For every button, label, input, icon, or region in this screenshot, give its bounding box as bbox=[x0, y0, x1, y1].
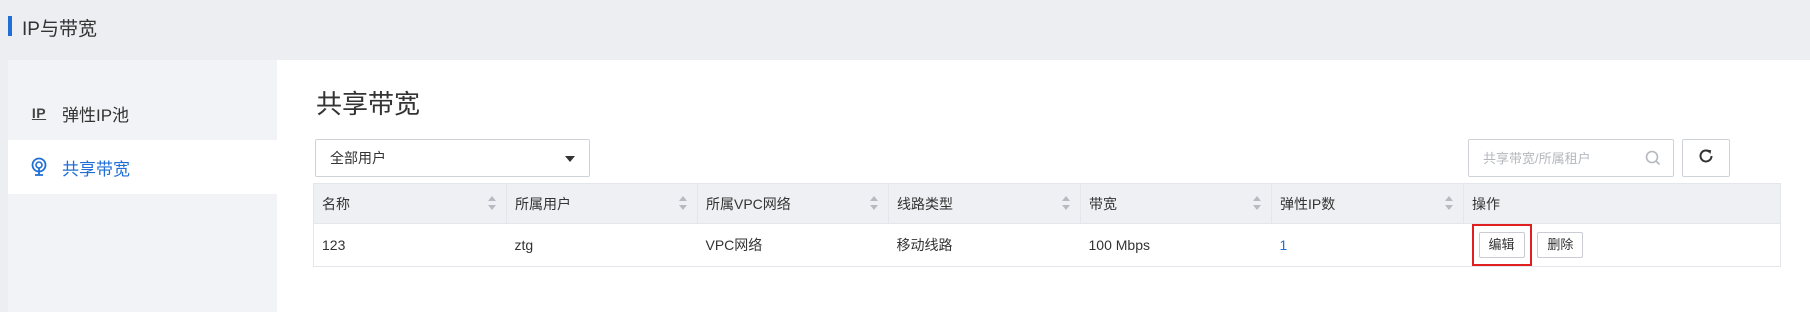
column-header-eip-count[interactable]: 弹性IP数 bbox=[1271, 183, 1464, 224]
search-icon[interactable] bbox=[1645, 150, 1661, 171]
sidebar: IP 弹性IP池 共享带宽 bbox=[8, 60, 277, 312]
page-header-title: IP与带宽 bbox=[22, 19, 97, 40]
sidebar-item-label: 弹性IP池 bbox=[62, 105, 130, 125]
delete-button[interactable]: 删除 bbox=[1537, 232, 1584, 258]
table-header-row: 名称 所属用户 所属VPC网络 线路类型 带宽 弹性IP数 操作 bbox=[313, 183, 1781, 224]
ip-icon: IP bbox=[31, 105, 47, 121]
column-header-vpc[interactable]: 所属VPC网络 bbox=[697, 183, 889, 224]
table-row: 123 ztg VPC网络 移动线路 100 Mbps 1 编辑 删除 bbox=[313, 223, 1781, 267]
top-bar: IP与带宽 bbox=[0, 0, 1810, 60]
cell-bandwidth: 100 Mbps bbox=[1080, 223, 1272, 267]
refresh-button[interactable] bbox=[1682, 139, 1730, 177]
column-header-user[interactable]: 所属用户 bbox=[506, 183, 698, 224]
sort-icon[interactable] bbox=[1445, 196, 1453, 210]
cell-eip-count: 1 bbox=[1271, 223, 1464, 267]
bandwidth-icon bbox=[28, 157, 50, 177]
column-header-name[interactable]: 名称 bbox=[313, 183, 507, 224]
refresh-icon bbox=[1697, 147, 1715, 170]
column-header-line-type[interactable]: 线路类型 bbox=[888, 183, 1081, 224]
column-header-bandwidth[interactable]: 带宽 bbox=[1080, 183, 1272, 224]
search-input[interactable] bbox=[1469, 140, 1645, 176]
cell-actions: 编辑 删除 bbox=[1463, 223, 1781, 267]
sort-icon[interactable] bbox=[1062, 196, 1070, 210]
edit-highlight-box: 编辑 bbox=[1471, 224, 1532, 266]
column-header-actions: 操作 bbox=[1463, 183, 1781, 224]
bandwidth-table: 名称 所属用户 所属VPC网络 线路类型 带宽 弹性IP数 操作 123 ztg… bbox=[313, 183, 1781, 267]
sort-icon[interactable] bbox=[488, 196, 496, 210]
sidebar-item-elastic-ip-pool[interactable]: IP 弹性IP池 bbox=[8, 86, 277, 140]
main-container: IP 弹性IP池 共享带宽 共享带宽 全部用户 共享带宽/所属租户 名称 所属用… bbox=[8, 60, 1810, 312]
user-filter-select[interactable]: 全部用户 bbox=[315, 139, 590, 177]
cell-name: 123 bbox=[313, 223, 507, 267]
cell-vpc: VPC网络 bbox=[697, 223, 889, 267]
caret-down-icon bbox=[565, 156, 575, 162]
sort-icon[interactable] bbox=[679, 196, 687, 210]
eip-count-link[interactable]: 1 bbox=[1280, 237, 1288, 253]
sort-icon[interactable] bbox=[1253, 196, 1261, 210]
edit-button[interactable]: 编辑 bbox=[1478, 232, 1525, 258]
search-box bbox=[1468, 139, 1674, 177]
page-title: 共享带宽 bbox=[316, 89, 421, 119]
user-filter-value: 全部用户 bbox=[330, 150, 386, 166]
cell-line-type: 移动线路 bbox=[888, 223, 1081, 267]
content-area: 共享带宽 全部用户 共享带宽/所属租户 名称 所属用户 所属VPC网络 线路类型… bbox=[277, 60, 1810, 312]
sort-icon[interactable] bbox=[870, 196, 878, 210]
title-accent-bar bbox=[8, 16, 12, 36]
sidebar-item-label: 共享带宽 bbox=[62, 159, 130, 179]
cell-user: ztg bbox=[506, 223, 698, 267]
sidebar-item-shared-bandwidth[interactable]: 共享带宽 bbox=[8, 140, 277, 194]
